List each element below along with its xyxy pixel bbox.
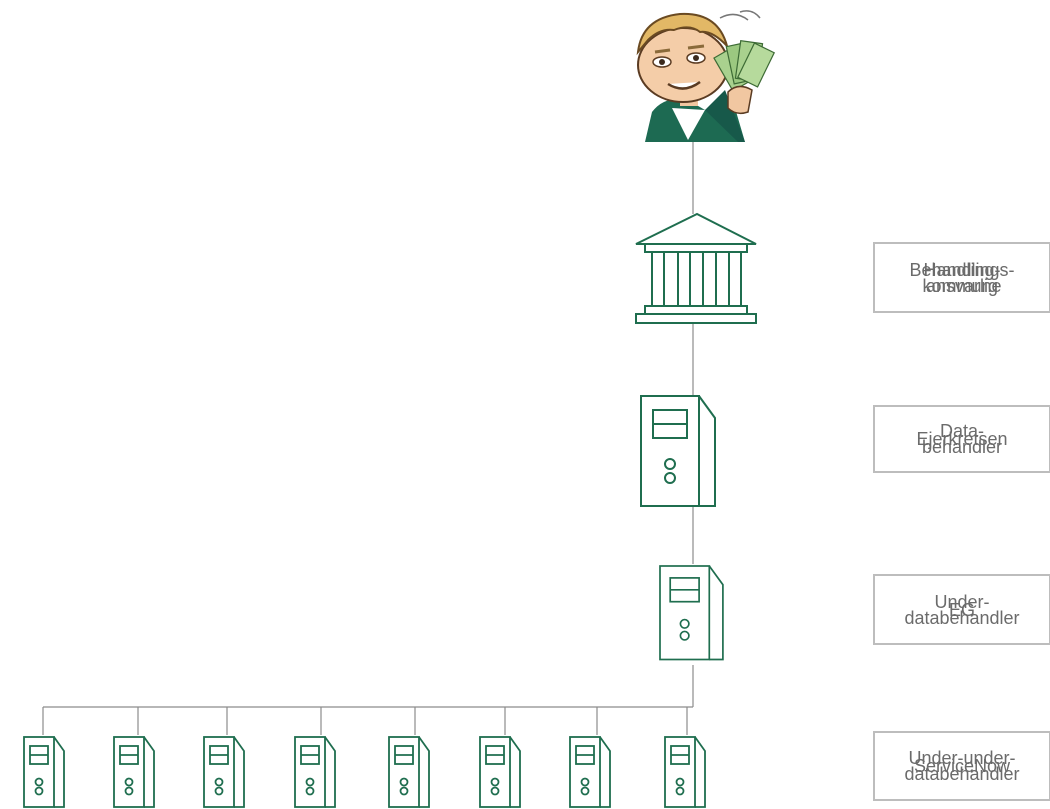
label-box-data-processor: Data- behandler Ejerkretsen [873, 405, 1050, 473]
server-icon-row-4 [294, 736, 336, 808]
server-icon-row-5 [388, 736, 430, 808]
label-box-controller: Behandlings- ansvarlig Handling- kommune [873, 242, 1050, 313]
server-row [23, 736, 706, 808]
server-icon-row-8 [664, 736, 706, 808]
label-box-sub-processor: Under- databehandler EG [873, 574, 1050, 645]
label-text-municipality: Handling- kommune [922, 259, 1002, 296]
label-text-servicenow: ServiceNow [913, 756, 1011, 776]
cartoon-person-with-money-icon [636, 10, 776, 142]
server-icon-row-7 [569, 736, 611, 808]
label-text-ejerkretsen: Ejerkretsen [916, 429, 1008, 449]
label-box-sub-sub-processor: Under-under- databehandler ServiceNow [873, 731, 1050, 801]
server-icon-row-1 [23, 736, 65, 808]
server-icon-sub-processor [659, 565, 724, 661]
server-icon-row-3 [203, 736, 245, 808]
label-text-eg: EG [948, 599, 975, 620]
server-icon-row-2 [113, 736, 155, 808]
server-icon-row-6 [479, 736, 521, 808]
server-icon-data-processor [640, 395, 716, 507]
bank-building-icon [635, 212, 757, 324]
connector-lines [42, 142, 694, 735]
